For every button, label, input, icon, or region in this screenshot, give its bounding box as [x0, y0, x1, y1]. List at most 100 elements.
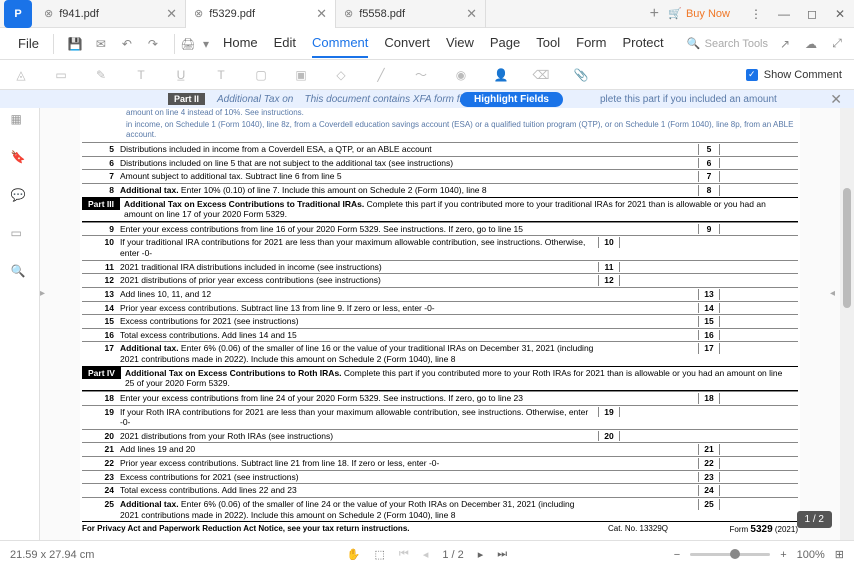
menu-form[interactable]: Form — [576, 29, 606, 58]
form-line-6: 6Distributions included on line 5 that a… — [82, 156, 798, 170]
form-line-7: 7Amount subject to additional tax. Subtr… — [82, 169, 798, 183]
menu-icon[interactable]: ⋮ — [742, 0, 770, 28]
share-icon[interactable]: ↗ — [776, 35, 794, 53]
menu-edit[interactable]: Edit — [274, 29, 296, 58]
menu-comment[interactable]: Comment — [312, 29, 368, 58]
zoom-out-icon[interactable]: − — [674, 549, 680, 561]
measure-icon[interactable]: 〜 — [412, 66, 430, 84]
banner-tail: plete this part if you included an amoun… — [600, 94, 777, 105]
line-icon[interactable]: ╱ — [372, 66, 390, 84]
menu-page[interactable]: Page — [490, 29, 520, 58]
show-comment-checkbox[interactable]: ✓ — [746, 69, 758, 81]
search-tools[interactable]: 🔍 Search Tools — [687, 37, 768, 50]
next-page-icon[interactable]: ▸ — [478, 548, 484, 561]
attach-icon[interactable]: 📎 — [572, 66, 590, 84]
form-line-23: 23Excess contributions for 2021 (see ins… — [82, 470, 798, 484]
cloud-icon[interactable]: ☁ — [802, 35, 820, 53]
pencil-icon[interactable]: ✎ — [92, 66, 110, 84]
highlight-fields-button[interactable]: Highlight Fields — [460, 92, 563, 107]
tab-f5329[interactable]: ⊗f5329.pdf✕ — [186, 0, 336, 28]
form-line-14: 14Prior year excess contributions. Subtr… — [82, 301, 798, 315]
zoom-value[interactable]: 100% — [797, 549, 825, 561]
tab-f5558[interactable]: ⊗f5558.pdf✕ — [336, 0, 486, 28]
person-icon[interactable]: 👤 — [492, 66, 510, 84]
banner-close-icon[interactable]: ✕ — [830, 91, 842, 108]
shape-icon[interactable]: ◇ — [332, 66, 350, 84]
document-viewport[interactable]: amount on line 4 instead of 10%. See ins… — [40, 108, 840, 540]
form-line-17: 17Additional tax. Enter 6% (0.06) of the… — [82, 341, 798, 365]
menu-tool[interactable]: Tool — [536, 29, 560, 58]
menubar: File 💾 ✉ ↶ ↷ 🖨 ▾ Home Edit Comment Convert V… — [0, 28, 854, 60]
form-line-9: 9Enter your excess contributions from li… — [82, 222, 798, 236]
highlight-icon[interactable]: ▭ — [52, 66, 70, 84]
zoom-in-icon[interactable]: + — [780, 549, 786, 561]
menu-convert[interactable]: Convert — [384, 29, 430, 58]
privacy-notice: For Privacy Act and Paperwork Reduction … — [82, 521, 798, 537]
prev-page-icon[interactable]: ◂ — [423, 548, 429, 561]
page-counter-badge: 1 / 2 — [797, 511, 832, 528]
xfa-banner: Part II Additional Tax on This document … — [0, 90, 854, 108]
expand-right-icon[interactable]: ◂ — [830, 284, 840, 302]
stamp-icon[interactable]: ◉ — [452, 66, 470, 84]
box-icon[interactable]: ▢ — [252, 66, 270, 84]
form-line-13: 13Add lines 10, 11, and 1213 — [82, 287, 798, 301]
eraser-icon[interactable]: ⌫ — [532, 66, 550, 84]
last-page-icon[interactable]: ⏭ — [497, 548, 507, 561]
bookmarks-icon[interactable]: 🔖 — [11, 150, 29, 168]
menu-protect[interactable]: Protect — [622, 29, 663, 58]
redo-icon[interactable]: ↷ — [144, 35, 162, 53]
form-line-21: 21Add lines 19 and 2021 — [82, 442, 798, 456]
close-tab-icon[interactable]: ✕ — [166, 6, 177, 22]
close-button[interactable]: ✕ — [826, 0, 854, 28]
menu-home[interactable]: Home — [223, 29, 258, 58]
dropdown-icon[interactable]: ▾ — [197, 35, 215, 53]
zoom-slider[interactable] — [690, 553, 770, 556]
expand-left-icon[interactable]: ▸ — [40, 284, 50, 302]
close-tab-icon[interactable]: ✕ — [466, 6, 477, 22]
tab-f941[interactable]: ⊗f941.pdf✕ — [36, 0, 186, 28]
caret-icon[interactable]: T — [212, 66, 230, 84]
show-comment-label: Show Comment — [764, 69, 842, 81]
text-icon[interactable]: T — [132, 66, 150, 84]
form-line-5: 5Distributions included in income from a… — [82, 142, 798, 156]
maximize-button[interactable]: ◻ — [798, 0, 826, 28]
note-icon[interactable]: ◬ — [12, 66, 30, 84]
select-tool-icon[interactable]: ⬚ — [375, 548, 385, 561]
buy-now-button[interactable]: 🛒 Buy Now — [668, 7, 730, 20]
undo-icon[interactable]: ↶ — [118, 35, 136, 53]
page-input[interactable]: 1 / 2 — [442, 549, 463, 561]
callout-icon[interactable]: ▣ — [292, 66, 310, 84]
banner-text: Additional Tax on This document contains… — [217, 94, 483, 105]
comments-icon[interactable]: 💬 — [11, 188, 29, 206]
form-line-19: 19If your Roth IRA contributions for 202… — [82, 405, 798, 429]
mail-icon[interactable]: ✉ — [92, 35, 110, 53]
close-tab-icon[interactable]: ✕ — [316, 6, 327, 22]
menu-view[interactable]: View — [446, 29, 474, 58]
pdf-icon: ⊗ — [194, 7, 203, 20]
pdf-page: amount on line 4 instead of 10%. See ins… — [80, 108, 800, 540]
form-line-15: 15Excess contributions for 2021 (see ins… — [82, 314, 798, 328]
form-line-24: 24Total excess contributions. Add lines … — [82, 483, 798, 497]
statusbar: 21.59 x 27.94 cm ✋ ⬚ ⏮ ◂ 1 / 2 ▸ ⏭ − + 1… — [0, 540, 854, 568]
save-icon[interactable]: 💾 — [66, 35, 84, 53]
thumbnails-icon[interactable]: ▦ — [11, 112, 29, 130]
search-icon: 🔍 — [687, 37, 701, 50]
pdf-icon: ⊗ — [344, 7, 353, 20]
underline-icon[interactable]: U̲ — [172, 66, 190, 84]
print-icon[interactable]: 🖨 — [179, 35, 197, 53]
vertical-scrollbar[interactable] — [840, 108, 854, 540]
attachments-icon[interactable]: ▭ — [11, 226, 29, 244]
part-label: Part II — [168, 93, 205, 105]
new-tab-button[interactable]: + — [640, 5, 668, 23]
minimize-button[interactable]: — — [770, 0, 798, 28]
expand-icon[interactable]: ⤢ — [828, 35, 846, 53]
search-panel-icon[interactable]: 🔍 — [11, 264, 29, 282]
file-menu[interactable]: File — [8, 36, 49, 51]
fit-page-icon[interactable]: ⊞ — [835, 548, 844, 561]
tab-label: f941.pdf — [59, 8, 99, 20]
scrollbar-thumb[interactable] — [843, 188, 851, 308]
hand-tool-icon[interactable]: ✋ — [347, 548, 361, 561]
form-line-18: 18Enter your excess contributions from l… — [82, 391, 798, 405]
form-line-8: 8Additional tax. Enter 10% (0.10) of lin… — [82, 183, 798, 197]
first-page-icon[interactable]: ⏮ — [399, 548, 409, 561]
